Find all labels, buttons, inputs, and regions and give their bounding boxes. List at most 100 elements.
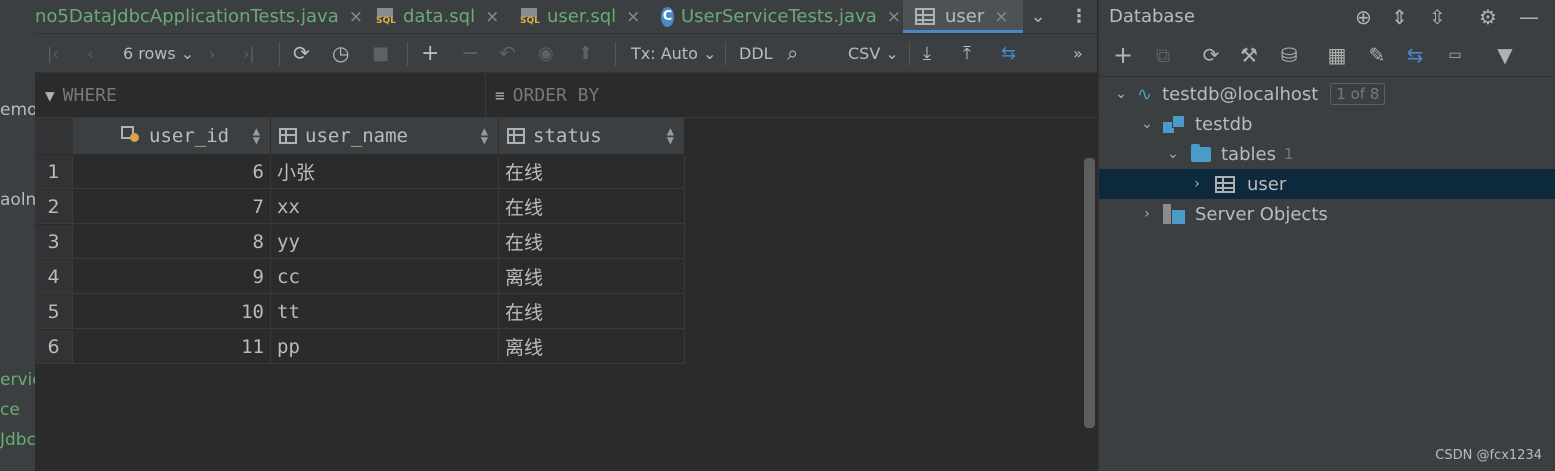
cell-status[interactable]: 离线	[499, 330, 685, 364]
tree-item-schema[interactable]: ⌄ testdb	[1099, 109, 1555, 139]
stop-icon[interactable]: ■	[372, 34, 389, 72]
previous-page-icon[interactable]: ‹	[87, 34, 93, 72]
minimize-icon[interactable]: —	[1519, 5, 1539, 29]
where-filter[interactable]: ▼ WHERE	[45, 73, 117, 117]
search-icon[interactable]: ⌕	[787, 34, 798, 72]
sort-arrows-icon[interactable]: ▲ ▼	[481, 125, 488, 146]
gutter-fragment: emo	[0, 100, 35, 120]
sort-arrows-icon[interactable]: ▲ ▼	[667, 125, 674, 146]
gutter-fragment: Jdbc	[0, 430, 35, 450]
chevron-right-icon[interactable]: ›	[1187, 176, 1207, 192]
folder-icon	[1191, 143, 1211, 162]
tab-application-tests[interactable]: no5DataJdbcApplicationTests.java ×	[35, 0, 365, 33]
cell-status[interactable]: 在线	[499, 190, 685, 224]
gutter-fragment: ervic	[0, 370, 35, 390]
column-label: status	[533, 125, 602, 147]
tree-item-tables[interactable]: ⌄ tables 1	[1099, 139, 1555, 169]
add-icon[interactable]: +	[1111, 34, 1135, 76]
history-icon[interactable]: ◷	[332, 34, 349, 72]
cell-status[interactable]: 离线	[499, 260, 685, 294]
cell-user-id[interactable]: 9	[73, 260, 271, 294]
row-number: 5	[35, 295, 73, 329]
revert-icon[interactable]: ↶	[499, 34, 516, 72]
column-header-user-name[interactable]: user_name ▲ ▼	[271, 118, 499, 154]
order-by-filter[interactable]: ≡ ORDER BY	[495, 73, 599, 117]
disconnect-icon[interactable]: ⛁	[1277, 34, 1301, 76]
compare-icon[interactable]: ⇆	[1001, 34, 1016, 72]
tree-item-datasource[interactable]: ⌄ ∿ testdb@localhost 1 of 8	[1099, 79, 1555, 109]
submit-icon[interactable]: ⬆	[578, 34, 593, 72]
column-header-status[interactable]: status ▲ ▼	[499, 118, 685, 154]
delete-row-icon[interactable]: −	[461, 34, 479, 72]
tab-user-service-tests[interactable]: C UserServiceTests.java ×	[661, 0, 901, 33]
export-format-dropdown[interactable]: CSV ⌄	[848, 34, 899, 72]
ddl-button[interactable]: DDL	[739, 34, 773, 72]
sql-console-icon[interactable]: ▭	[1443, 34, 1467, 76]
next-page-icon[interactable]: ›	[209, 34, 215, 72]
gutter-fragment: aoln	[0, 190, 35, 210]
cell-user-name[interactable]: tt	[271, 295, 499, 329]
filter-icon: ▼	[45, 85, 55, 105]
close-icon[interactable]: ×	[994, 7, 1008, 27]
cell-user-id[interactable]: 8	[73, 225, 271, 259]
filter-icon[interactable]: ▼	[1493, 34, 1517, 76]
chevron-right-icon[interactable]: ›	[1137, 206, 1157, 222]
cell-status[interactable]: 在线	[499, 155, 685, 189]
edit-icon[interactable]: ✎	[1365, 34, 1389, 76]
collapse-all-icon[interactable]: ⇳	[1429, 5, 1446, 29]
cell-user-name[interactable]: pp	[271, 330, 499, 364]
add-row-icon[interactable]: +	[421, 34, 439, 72]
column-header-user-id[interactable]: user_id ▲ ▼	[73, 118, 271, 154]
close-icon[interactable]: ×	[485, 7, 499, 27]
tab-user-table[interactable]: user ×	[903, 0, 1023, 33]
cell-status[interactable]: 在线	[499, 295, 685, 329]
tab-user-sql[interactable]: SQL user.sql ×	[519, 0, 649, 33]
table-row: 5 10 tt 在线	[35, 295, 685, 329]
close-icon[interactable]: ×	[626, 7, 640, 27]
tables-count: 1	[1283, 145, 1294, 163]
first-page-icon[interactable]: |‹	[47, 34, 59, 72]
cell-user-name[interactable]: 小张	[271, 155, 499, 189]
tree-item-server-objects[interactable]: › Server Objects	[1099, 199, 1555, 229]
last-page-icon[interactable]: ›|	[243, 34, 255, 72]
chevron-down-icon[interactable]: ⌄	[1137, 116, 1157, 132]
tab-data-sql[interactable]: SQL data.sql ×	[375, 0, 510, 33]
transaction-mode-dropdown[interactable]: Tx: Auto ⌄	[631, 34, 716, 72]
chevron-down-icon[interactable]: ⌄	[1111, 86, 1131, 102]
cell-user-id[interactable]: 6	[73, 155, 271, 189]
refresh-icon[interactable]: ⟳	[293, 34, 310, 72]
table-view-icon[interactable]: ▦	[1325, 34, 1349, 76]
close-icon[interactable]: ×	[887, 7, 901, 27]
preview-icon[interactable]: ◉	[538, 34, 554, 72]
cell-user-id[interactable]: 7	[73, 190, 271, 224]
tab-label: UserServiceTests.java	[680, 6, 877, 27]
cell-user-name[interactable]: xx	[271, 190, 499, 224]
column-label: user_id	[149, 125, 230, 147]
refresh-icon[interactable]: ⟳	[1199, 34, 1223, 76]
sort-arrows-icon[interactable]: ▲ ▼	[253, 125, 260, 146]
cell-user-id[interactable]: 11	[73, 330, 271, 364]
overflow-icon[interactable]: »	[1073, 34, 1083, 72]
gear-icon[interactable]: ⚙	[1479, 5, 1497, 29]
cell-user-name[interactable]: cc	[271, 260, 499, 294]
sql-file-icon: SQL	[519, 7, 541, 26]
rows-count-dropdown[interactable]: 6 rows ⌄	[123, 34, 194, 72]
tab-label: user.sql	[547, 6, 617, 27]
cell-user-id[interactable]: 10	[73, 295, 271, 329]
compare-icon[interactable]: ⇆	[1403, 34, 1427, 76]
copy-icon[interactable]: ⧉	[1151, 34, 1175, 76]
upload-icon[interactable]: ⤒	[963, 34, 971, 72]
datasource-label: testdb@localhost	[1162, 83, 1319, 105]
close-icon[interactable]: ×	[349, 7, 363, 27]
expand-all-icon[interactable]: ⇕	[1391, 5, 1408, 29]
vertical-scrollbar-thumb[interactable]	[1084, 158, 1095, 428]
cell-status[interactable]: 在线	[499, 225, 685, 259]
properties-icon[interactable]: ⚒	[1237, 34, 1261, 76]
chevron-down-icon[interactable]: ⌄	[1163, 146, 1183, 162]
cell-user-name[interactable]: yy	[271, 225, 499, 259]
tree-item-user-table[interactable]: › user	[1099, 169, 1555, 199]
locate-icon[interactable]: ⊕	[1355, 5, 1372, 29]
tab-list-chevron-icon[interactable]: ⌄	[1025, 0, 1051, 33]
more-options-icon[interactable]: ⋮	[1067, 0, 1091, 33]
download-icon[interactable]: ⤓	[923, 34, 931, 72]
